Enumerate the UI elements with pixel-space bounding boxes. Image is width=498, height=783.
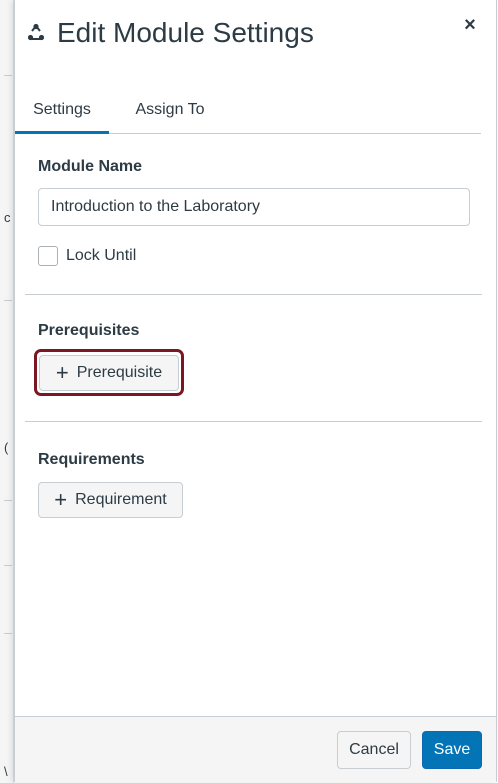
background-divider xyxy=(4,565,12,566)
save-button[interactable]: Save xyxy=(422,731,482,769)
tray-footer: Cancel Save xyxy=(15,716,496,782)
requirements-label: Requirements xyxy=(38,451,145,468)
module-icon xyxy=(25,22,47,44)
background-strip: c ( \ xyxy=(0,0,14,783)
module-name-label: Module Name xyxy=(38,158,143,175)
add-requirement-label: Requirement xyxy=(75,491,167,508)
plus-icon: + xyxy=(54,487,68,512)
background-divider xyxy=(4,500,12,501)
tab-list: Settings Assign To xyxy=(15,88,481,134)
background-text-fragment: ( xyxy=(4,440,9,455)
edit-module-settings-tray: Edit Module Settings × Settings Assign T… xyxy=(14,0,497,782)
background-text-fragment: c xyxy=(4,210,11,225)
background-text-fragment: \ xyxy=(4,764,8,779)
prerequisites-label: Prerequisites xyxy=(38,322,140,339)
section-divider xyxy=(25,421,482,422)
lock-until-checkbox[interactable] xyxy=(38,246,58,266)
lock-until-label: Lock Until xyxy=(66,247,137,264)
background-divider xyxy=(4,75,12,76)
tray-header: Edit Module Settings × xyxy=(15,0,496,68)
dialog-title: Edit Module Settings xyxy=(57,17,314,48)
section-divider xyxy=(25,294,482,295)
add-prerequisite-label: Prerequisite xyxy=(76,364,163,381)
add-prerequisite-button[interactable]: + Prerequisite xyxy=(39,355,179,391)
tab-settings[interactable]: Settings xyxy=(15,88,109,134)
module-name-input[interactable] xyxy=(38,188,470,226)
cancel-button[interactable]: Cancel xyxy=(337,731,411,769)
tab-assign-to[interactable]: Assign To xyxy=(119,88,221,133)
add-requirement-button[interactable]: + Requirement xyxy=(38,482,183,518)
plus-icon: + xyxy=(55,360,69,385)
close-icon[interactable]: × xyxy=(458,14,482,38)
background-divider xyxy=(4,300,12,301)
background-divider xyxy=(4,633,12,634)
